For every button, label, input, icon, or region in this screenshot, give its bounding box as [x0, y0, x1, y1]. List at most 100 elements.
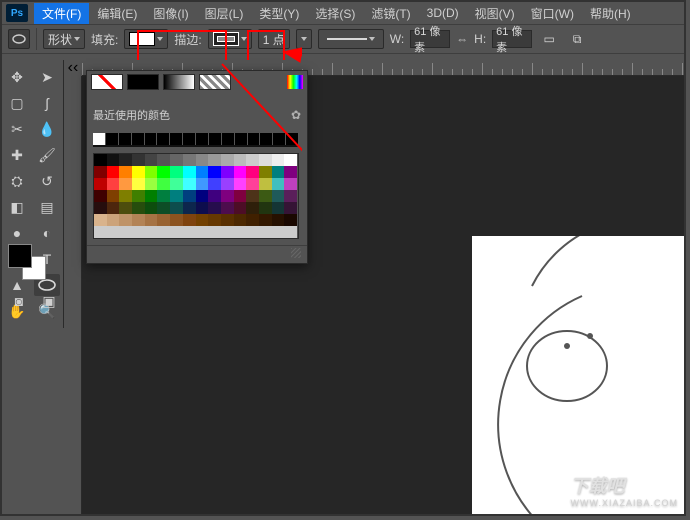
swatch-color[interactable] [94, 202, 107, 214]
arrow-tool[interactable]: ➤ [34, 66, 60, 88]
swatch-color[interactable] [196, 178, 209, 190]
swatch-color[interactable] [157, 178, 170, 190]
swatch-color[interactable] [221, 202, 234, 214]
gear-icon[interactable]: ✿ [291, 108, 301, 122]
stroke-color-button[interactable] [208, 29, 252, 49]
swatch-color[interactable] [234, 226, 247, 238]
swatch-color[interactable] [234, 178, 247, 190]
swatch-color[interactable] [119, 190, 132, 202]
swatch-color[interactable] [246, 154, 259, 166]
swatch-color[interactable] [221, 166, 234, 178]
swatch-color[interactable] [94, 178, 107, 190]
swatch-color[interactable] [246, 214, 259, 226]
eraser-tool[interactable]: ◧ [4, 196, 30, 218]
swatch-color[interactable] [272, 178, 285, 190]
swatch-color[interactable] [170, 166, 183, 178]
swatch-color[interactable] [94, 214, 107, 226]
stamp-tool[interactable]: ⛭ [4, 170, 30, 192]
swatch-color[interactable] [107, 166, 120, 178]
swatch-color[interactable] [259, 178, 272, 190]
swatch-color[interactable] [183, 190, 196, 202]
swatch-color[interactable] [94, 190, 107, 202]
screenmode-icon[interactable]: ▣ [36, 290, 62, 312]
swatch-color[interactable] [221, 178, 234, 190]
swatch-color[interactable] [170, 226, 183, 238]
swatch-color[interactable] [107, 190, 120, 202]
foreground-color-swatch[interactable] [8, 244, 32, 268]
swatch-color[interactable] [183, 202, 196, 214]
panel-collapse-tab[interactable]: ‹‹ [64, 60, 82, 76]
swatch-color[interactable] [145, 190, 158, 202]
swatch-color[interactable] [259, 214, 272, 226]
swatch-color[interactable] [221, 214, 234, 226]
swatch-color[interactable] [157, 166, 170, 178]
swatch-color[interactable] [157, 190, 170, 202]
swatch-color[interactable] [284, 178, 297, 190]
swatch-color[interactable] [208, 166, 221, 178]
shape-mode-dropdown[interactable]: 形状 [43, 29, 85, 49]
swatch-color[interactable] [259, 154, 272, 166]
swatch-color[interactable] [196, 214, 209, 226]
swatch-color[interactable] [119, 202, 132, 214]
width-input[interactable]: 61 像素 [410, 30, 450, 48]
swatch-color[interactable] [145, 214, 158, 226]
menu-filter[interactable]: 滤镜(T) [363, 3, 418, 24]
swatch-color[interactable] [272, 190, 285, 202]
swatch-color[interactable] [132, 214, 145, 226]
swatch-color[interactable] [183, 154, 196, 166]
fill-color-button[interactable] [124, 29, 168, 49]
swatch-color[interactable] [234, 154, 247, 166]
swatch-color[interactable] [221, 154, 234, 166]
swatch-color[interactable] [196, 190, 209, 202]
swatch-color[interactable] [246, 178, 259, 190]
swatch-color[interactable] [119, 154, 132, 166]
swatch-color[interactable] [157, 154, 170, 166]
path-options-icon[interactable]: ▭ [538, 29, 560, 49]
swatch-color[interactable] [208, 214, 221, 226]
swatch-color[interactable] [208, 202, 221, 214]
swatch-color[interactable] [157, 226, 170, 238]
swatch-color[interactable] [94, 226, 107, 238]
swatch-color[interactable] [272, 166, 285, 178]
swatch-color[interactable] [170, 178, 183, 190]
swatch-color[interactable] [170, 202, 183, 214]
swatch-color[interactable] [259, 166, 272, 178]
swatch-color[interactable] [107, 226, 120, 238]
menu-window[interactable]: 窗口(W) [523, 3, 582, 24]
fill-solid-tab[interactable] [127, 74, 159, 90]
swatch-color[interactable] [132, 166, 145, 178]
color-selector[interactable] [6, 244, 54, 286]
swatch-color[interactable] [145, 178, 158, 190]
swatch-color[interactable] [208, 190, 221, 202]
swatch-color[interactable] [132, 178, 145, 190]
swatch-color[interactable] [234, 214, 247, 226]
swatch-color[interactable] [272, 226, 285, 238]
stroke-type-dropdown[interactable] [318, 29, 384, 49]
swatch-color[interactable] [259, 202, 272, 214]
menu-layer[interactable]: 图层(L) [197, 3, 252, 24]
tool-preset-icon[interactable] [8, 29, 30, 49]
stroke-width-input[interactable]: 1 点 [258, 29, 290, 49]
menu-type[interactable]: 类型(Y) [251, 3, 307, 24]
swatch-color[interactable] [145, 154, 158, 166]
swatch-color[interactable] [234, 190, 247, 202]
move-tool[interactable]: ✥ [4, 66, 30, 88]
swatch-color[interactable] [107, 214, 120, 226]
lasso-tool[interactable]: ʃ [34, 92, 60, 114]
healing-tool[interactable]: ✚ [4, 144, 30, 166]
swatch-color[interactable] [234, 202, 247, 214]
swatch-color[interactable] [284, 214, 297, 226]
swatch-color[interactable] [94, 166, 107, 178]
swatch-color[interactable] [132, 202, 145, 214]
brush-tool[interactable]: 🖌 [34, 144, 60, 166]
menu-file[interactable]: 文件(F) [34, 3, 89, 24]
swatch-color[interactable] [259, 190, 272, 202]
swatch-color[interactable] [170, 190, 183, 202]
height-input[interactable]: 61 像素 [492, 30, 532, 48]
link-wh-icon[interactable]: ⇔ [456, 32, 468, 46]
swatch-color[interactable] [132, 226, 145, 238]
swatch-color[interactable] [208, 178, 221, 190]
menu-help[interactable]: 帮助(H) [582, 3, 639, 24]
swatch-color[interactable] [259, 226, 272, 238]
marquee-tool[interactable]: ▢ [4, 92, 30, 114]
